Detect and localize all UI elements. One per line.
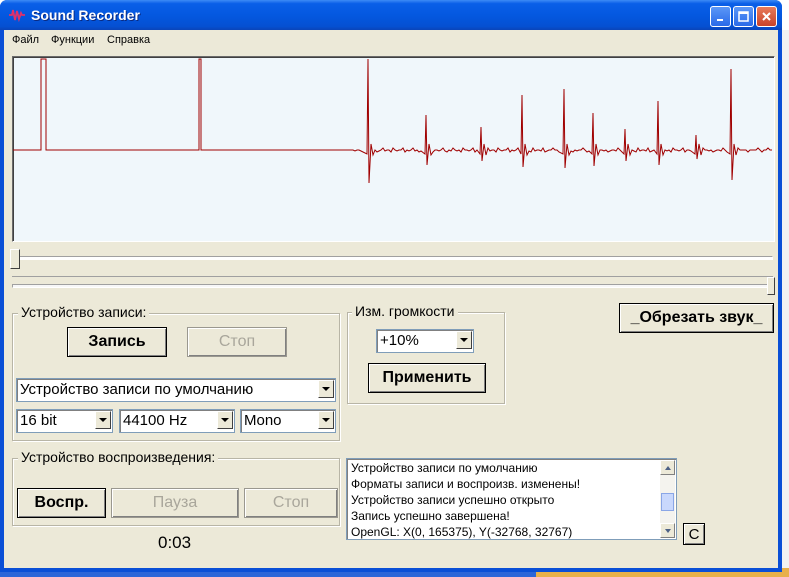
volume-group-label: Изм. громкости [352,303,458,319]
arrow-up-icon [664,465,671,470]
waveform-display[interactable] [12,56,775,242]
volume-value: +10% [380,332,419,349]
log-scroll-thumb[interactable] [661,493,674,511]
scroll-up-button[interactable] [660,460,675,475]
log-line: Устройство записи успешно открыто [351,493,555,507]
channels-select[interactable]: Mono [240,409,336,433]
chevron-down-icon [460,338,468,342]
close-icon [762,12,771,21]
pause-button[interactable]: Пауза [111,488,239,518]
arrow-down-icon [664,528,671,533]
menu-functions[interactable]: Функции [51,34,94,46]
trim-sound-button[interactable]: _Обрезать звук_ [619,303,774,333]
log-line: Запись успешно завершена! [351,509,510,523]
minimize-button[interactable] [710,6,731,27]
clear-log-button[interactable]: C [683,523,705,545]
rate-select[interactable]: 44100 Hz [119,409,235,433]
record-stop-button[interactable]: Стоп [187,327,287,357]
log-line: OpenGL: X(0, 165375), Y(-32768, 32767) [351,525,573,539]
dropdown-arrow[interactable] [95,411,111,429]
rate-value: 44100 Hz [123,412,188,429]
elapsed-time: 0:03 [158,533,192,552]
menu-bar: Файл Функции Справка [4,30,778,50]
record-button[interactable]: Запись [67,327,167,357]
bits-value: 16 bit [20,412,57,429]
window-title: Sound Recorder [31,7,140,23]
chevron-down-icon [99,418,107,422]
scroll-down-button[interactable] [660,523,675,538]
chevron-down-icon [322,418,330,422]
dropdown-arrow[interactable] [318,380,334,398]
log-line: Форматы записи и воспроизв. изменены! [351,477,581,491]
dropdown-arrow[interactable] [217,411,233,429]
recording-group-label: Устройство записи: [18,304,150,320]
sound-recorder-window: Sound Recorder Файл Функции Справка Устр… [0,0,782,572]
waveform-plot [13,58,772,184]
scroll-thumb[interactable] [767,277,775,295]
channels-value: Mono [244,412,282,429]
menu-help[interactable]: Справка [107,34,150,46]
playback-group-label: Устройство воспроизведения: [18,449,219,465]
position-slider-track[interactable] [12,256,773,260]
record-device-value: Устройство записи по умолчанию [20,381,254,398]
log-line: Устройство записи по умолчанию [351,461,538,475]
dropdown-arrow[interactable] [456,331,472,349]
maximize-icon [738,11,749,22]
title-bar[interactable]: Sound Recorder [0,0,782,30]
dropdown-arrow[interactable] [318,411,334,429]
minimize-icon [717,19,723,21]
apply-volume-button[interactable]: Применить [368,363,486,393]
chevron-down-icon [221,418,229,422]
waveform-trace [13,58,772,184]
play-button[interactable]: Воспр. [17,488,106,518]
maximize-button[interactable] [733,6,754,27]
bits-select[interactable]: 16 bit [16,409,113,433]
volume-select[interactable]: +10% [376,329,474,353]
client-area: Файл Функции Справка Устройство записи: … [4,30,778,568]
chevron-down-icon [322,387,330,391]
menu-file[interactable]: Файл [12,34,39,46]
record-device-select[interactable]: Устройство записи по умолчанию [16,378,336,402]
separator-line [12,276,773,277]
playback-stop-button[interactable]: Стоп [244,488,338,518]
log-listbox[interactable]: Устройство записи по умолчанию Форматы з… [346,458,677,540]
scroll-track[interactable] [12,284,773,288]
log-scrollbar[interactable] [660,460,675,538]
waveform-app-icon [9,9,25,22]
close-button[interactable] [756,6,777,27]
position-slider-thumb[interactable] [10,249,20,269]
